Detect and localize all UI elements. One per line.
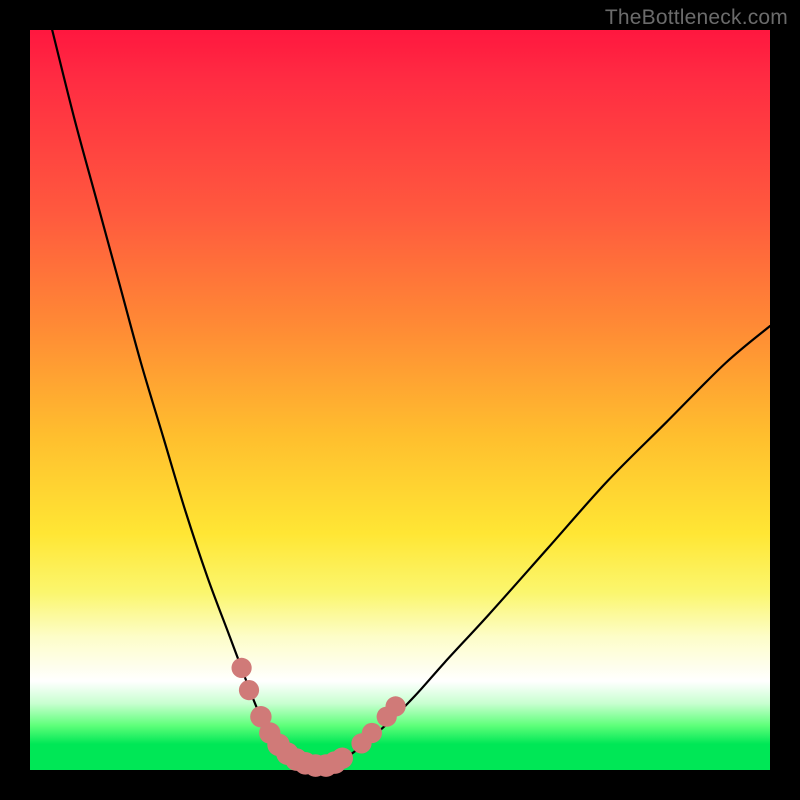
- highlight-dot: [232, 658, 252, 678]
- chart-frame: TheBottleneck.com: [0, 0, 800, 800]
- bottleneck-curve-svg: [30, 30, 770, 770]
- bottleneck-curve: [52, 30, 770, 766]
- highlight-dot: [386, 696, 406, 716]
- highlight-dot: [332, 748, 353, 769]
- highlight-dot: [362, 723, 382, 743]
- highlight-markers: [232, 658, 406, 777]
- chart-plot-area: [30, 30, 770, 770]
- watermark-text: TheBottleneck.com: [605, 6, 788, 30]
- highlight-dot: [239, 680, 259, 700]
